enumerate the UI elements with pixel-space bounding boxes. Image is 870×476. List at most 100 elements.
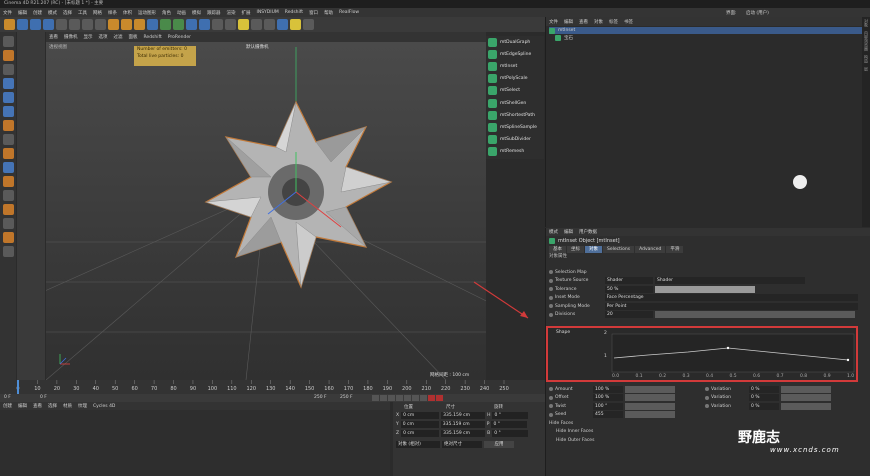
viewport-menu-item-6[interactable]: Redshift <box>141 35 165 40</box>
y-axis-icon[interactable] <box>69 19 80 30</box>
light-icon[interactable] <box>238 19 249 30</box>
locked-workplane-icon[interactable] <box>2 162 14 173</box>
soft-select-icon[interactable] <box>2 148 14 159</box>
snap-icon[interactable] <box>2 134 14 145</box>
keyframe-dot-icon[interactable] <box>549 404 553 409</box>
subdivision-icon[interactable] <box>173 19 184 30</box>
material-menu-item-5[interactable]: 纹理 <box>75 403 90 409</box>
attribute-slider[interactable] <box>781 402 831 410</box>
x-axis-icon[interactable] <box>56 19 67 30</box>
polygons-mode-icon[interactable] <box>2 106 14 117</box>
plugin-item[interactable]: mtSubDivider <box>486 134 544 146</box>
size-field[interactable]: 335.159 cm <box>440 421 485 428</box>
current-frame[interactable]: 0 F <box>4 395 11 400</box>
goto-start-icon[interactable] <box>372 395 379 401</box>
viewport-menu-item-4[interactable]: 过滤 <box>111 34 126 40</box>
plugin-item[interactable]: mtInset <box>486 60 544 72</box>
menu-item-18[interactable]: 窗口 <box>306 10 321 16</box>
plugin-item[interactable]: mtRemesh <box>486 146 544 158</box>
position-field[interactable]: 0 cm <box>401 412 440 419</box>
tolerance-slider[interactable] <box>655 285 755 293</box>
prev-key-icon[interactable] <box>380 395 387 401</box>
layout-select[interactable]: 启动 (用户) <box>746 10 769 16</box>
next-frame-icon[interactable] <box>404 395 411 401</box>
rotation-field[interactable]: 0 ° <box>491 421 528 428</box>
menu-item-1[interactable]: 编辑 <box>15 10 30 16</box>
plugin-item[interactable]: mtEdgeSpline <box>486 48 544 60</box>
attribute-value[interactable]: 100 % <box>593 385 623 393</box>
keyframe-dot-icon[interactable] <box>549 395 553 400</box>
rotation-field[interactable]: 0 ° <box>492 412 529 419</box>
floor-icon[interactable] <box>212 19 223 30</box>
prev-frame-icon[interactable] <box>388 395 395 401</box>
keyframe-dot-icon[interactable] <box>549 287 553 292</box>
attribute-value[interactable]: Shader <box>605 277 653 285</box>
menu-item-11[interactable]: 动画 <box>174 10 189 16</box>
array-icon[interactable] <box>186 19 197 30</box>
attribute-slider[interactable] <box>781 385 831 393</box>
scale-tool-icon[interactable] <box>30 19 41 30</box>
menu-item-20[interactable]: RealFlow <box>336 10 362 15</box>
axis-mode-icon[interactable] <box>2 120 14 131</box>
hair-icon[interactable] <box>2 246 14 257</box>
menu-item-12[interactable]: 模拟 <box>189 10 204 16</box>
autokey-icon[interactable] <box>436 395 443 401</box>
side-tab[interactable]: 内容浏览器 <box>862 29 870 53</box>
camera-label[interactable]: 默认摄像机 <box>246 44 269 50</box>
material-menu-item-0[interactable]: 创建 <box>0 403 15 409</box>
attribute-extra-value[interactable]: Shader <box>655 277 805 285</box>
material-menu-item-1[interactable]: 编辑 <box>15 403 30 409</box>
hide-inner-row[interactable]: Hide Inner Faces <box>546 428 858 437</box>
plugin-item[interactable]: mtDualGraph <box>486 36 544 48</box>
pen-icon[interactable] <box>160 19 171 30</box>
attribute-value[interactable]: Per Point <box>604 302 858 310</box>
menu-item-16[interactable]: INSYDIUM <box>254 10 282 15</box>
viewport-menu-item-7[interactable]: ProRender <box>165 35 194 40</box>
keyframe-dot-icon[interactable] <box>549 278 553 283</box>
attribute-slider[interactable] <box>625 411 675 419</box>
timeline-ruler[interactable]: 0102030405060708090100110120130140150160… <box>0 380 545 394</box>
menu-item-14[interactable]: 渲染 <box>224 10 239 16</box>
plugin-item[interactable]: mtShortestPath <box>486 109 544 121</box>
camera-icon[interactable] <box>225 19 236 30</box>
attribute-slider[interactable] <box>781 394 831 402</box>
object-menu-item-2[interactable]: 查看 <box>576 19 591 25</box>
keyframe-dot-icon[interactable] <box>549 295 553 300</box>
material-menu-item-4[interactable]: 材质 <box>60 403 75 409</box>
keyframe-dot-icon[interactable] <box>549 412 553 417</box>
scene-icon[interactable] <box>251 19 262 30</box>
paint-icon[interactable] <box>2 218 14 229</box>
shape-spline-editor[interactable]: Shape 2 1 0.0 0.1 0.2 0.3 0.4 0.5 0.6 0.7 0.8 0.9… <box>546 326 858 382</box>
coord-system-icon[interactable] <box>95 19 106 30</box>
menu-item-5[interactable]: 工具 <box>75 10 90 16</box>
xp-icon[interactable] <box>264 19 275 30</box>
apply-button[interactable]: 应用 <box>484 441 514 448</box>
attribute-menu-item-0[interactable]: 模式 <box>546 229 561 235</box>
attribute-slider[interactable] <box>625 385 675 393</box>
viewport-menu-item-0[interactable]: 查看 <box>46 34 61 40</box>
menu-item-8[interactable]: 体积 <box>120 10 135 16</box>
object-tree-item[interactable]: 宝石 <box>549 34 867 41</box>
points-mode-icon[interactable] <box>2 78 14 89</box>
keyframe-dot-icon[interactable] <box>705 395 709 400</box>
deformer-icon[interactable] <box>199 19 210 30</box>
menu-item-13[interactable]: 跟踪器 <box>204 10 224 16</box>
plugin-item[interactable]: mtSplineSample <box>486 121 544 133</box>
attribute-value[interactable]: Face Percentage <box>604 294 858 302</box>
undo-icon[interactable] <box>4 19 15 30</box>
python-icon[interactable] <box>303 19 314 30</box>
attribute-tab[interactable]: 基本 <box>549 245 566 253</box>
move-tool-icon[interactable] <box>17 19 28 30</box>
keyframe-dot-icon[interactable] <box>705 387 709 392</box>
edges-mode-icon[interactable] <box>2 92 14 103</box>
next-key-icon[interactable] <box>412 395 419 401</box>
tweak-mode-icon[interactable] <box>2 176 14 187</box>
attribute-value[interactable]: 100 ° <box>593 402 623 410</box>
size-mode-select[interactable]: 绝对尺寸 <box>442 441 482 448</box>
sculpt-icon[interactable] <box>2 190 14 201</box>
playhead[interactable] <box>17 380 19 394</box>
keyframe-dot-icon[interactable] <box>549 312 553 317</box>
render-settings-icon[interactable] <box>134 19 145 30</box>
render-icon[interactable] <box>121 19 132 30</box>
attribute-tab[interactable]: 平滑 <box>666 245 684 253</box>
